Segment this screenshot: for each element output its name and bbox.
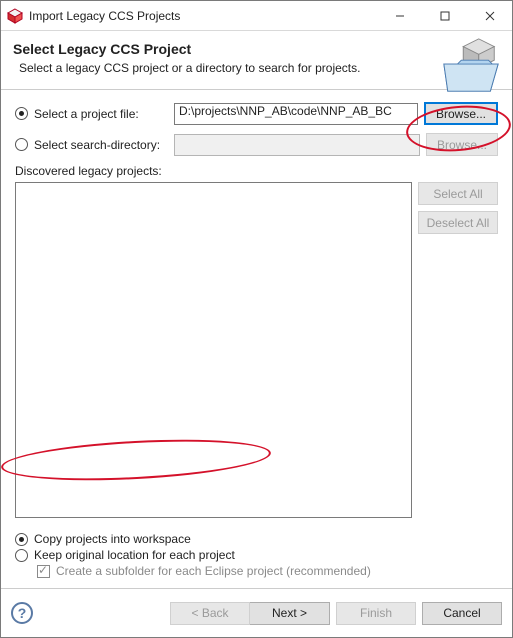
next-button[interactable]: Next > bbox=[250, 602, 330, 625]
options-group: Copy projects into workspace Keep origin… bbox=[15, 532, 498, 580]
project-file-input[interactable]: D:\projects\NNP_AB\code\NNP_AB_BC bbox=[174, 103, 418, 125]
titlebar: Import Legacy CCS Projects bbox=[1, 1, 512, 31]
finish-button: Finish bbox=[336, 602, 416, 625]
subfolder-option-row: Create a subfolder for each Eclipse proj… bbox=[15, 564, 498, 578]
keep-option-row: Keep original location for each project bbox=[15, 548, 498, 562]
project-file-radio[interactable] bbox=[15, 107, 28, 120]
discovered-label: Discovered legacy projects: bbox=[15, 164, 498, 178]
search-dir-row: Select search-directory: Browse... bbox=[15, 133, 498, 156]
copy-option-label[interactable]: Copy projects into workspace bbox=[34, 532, 191, 546]
wizard-header: Select Legacy CCS Project Select a legac… bbox=[1, 31, 512, 90]
project-file-label[interactable]: Select a project file: bbox=[34, 107, 174, 121]
keep-option-label[interactable]: Keep original location for each project bbox=[34, 548, 235, 562]
keep-option-radio[interactable] bbox=[15, 549, 28, 562]
back-button: < Back bbox=[170, 602, 250, 625]
copy-option-row: Copy projects into workspace bbox=[15, 532, 498, 546]
maximize-button[interactable] bbox=[422, 1, 467, 30]
wizard-footer: ? < Back Next > Finish Cancel bbox=[1, 589, 512, 637]
browse-dir-button: Browse... bbox=[426, 133, 498, 156]
copy-option-radio[interactable] bbox=[15, 533, 28, 546]
deselect-all-button: Deselect All bbox=[418, 211, 498, 234]
wizard-content: Select a project file: D:\projects\NNP_A… bbox=[1, 90, 512, 588]
window-title: Import Legacy CCS Projects bbox=[29, 9, 377, 23]
cancel-button[interactable]: Cancel bbox=[422, 602, 502, 625]
dialog-window: Import Legacy CCS Projects Select Legacy… bbox=[0, 0, 513, 638]
select-all-button: Select All bbox=[418, 182, 498, 205]
list-buttons: Select All Deselect All bbox=[418, 182, 498, 518]
subfolder-label: Create a subfolder for each Eclipse proj… bbox=[56, 564, 371, 578]
project-file-row: Select a project file: D:\projects\NNP_A… bbox=[15, 102, 498, 125]
close-button[interactable] bbox=[467, 1, 512, 30]
cube-icon bbox=[7, 8, 23, 24]
search-dir-radio[interactable] bbox=[15, 138, 28, 151]
help-button[interactable]: ? bbox=[11, 602, 33, 624]
page-title: Select Legacy CCS Project bbox=[13, 41, 500, 57]
window-buttons bbox=[377, 1, 512, 30]
search-dir-label[interactable]: Select search-directory: bbox=[34, 138, 174, 152]
search-dir-input bbox=[174, 134, 420, 156]
minimize-button[interactable] bbox=[377, 1, 422, 30]
discovered-list[interactable] bbox=[15, 182, 412, 518]
folder-cube-icon bbox=[440, 35, 502, 97]
subfolder-checkbox bbox=[37, 565, 50, 578]
page-description: Select a legacy CCS project or a directo… bbox=[19, 61, 500, 75]
discovered-row: Select All Deselect All bbox=[15, 182, 498, 518]
browse-project-button[interactable]: Browse... bbox=[424, 102, 498, 125]
